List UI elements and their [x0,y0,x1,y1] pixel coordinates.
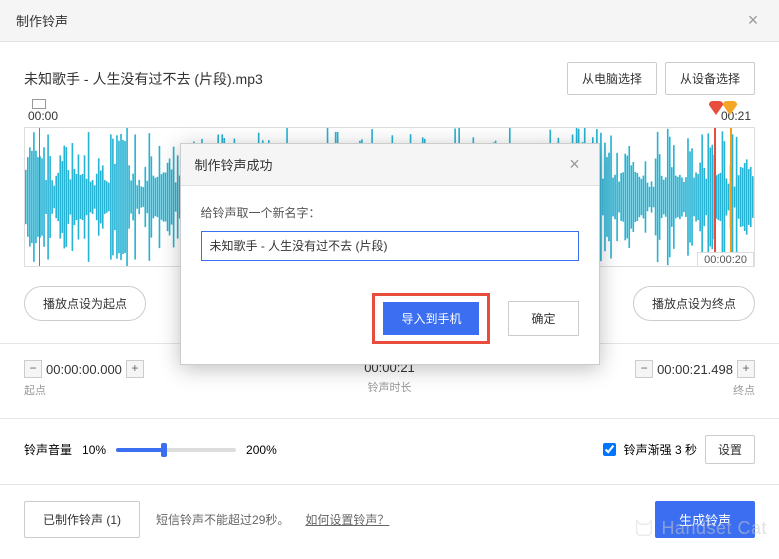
set-end-button[interactable]: 播放点设为终点 [633,286,755,321]
end-increment-button[interactable]: + [737,360,755,378]
volume-max: 200% [246,443,277,457]
import-highlight: 导入到手机 [372,293,490,344]
slider-fill [116,448,164,452]
modal-close-icon[interactable]: × [565,154,585,175]
start-increment-button[interactable]: + [126,360,144,378]
end-yellow-line [730,128,732,266]
import-to-phone-button[interactable]: 导入到手机 [383,302,479,335]
playhead-line [39,128,40,266]
modal-title: 制作铃声成功 [195,155,273,174]
duration-label: 铃声时长 [364,379,415,395]
help-link[interactable]: 如何设置铃声？ [305,511,389,528]
confirm-button[interactable]: 确定 [508,301,578,336]
volume-slider[interactable] [116,448,236,452]
success-modal: 制作铃声成功 × 给铃声取一个新名字： 导入到手机 确定 [180,143,600,365]
end-time-value: 00:00:21.498 [657,362,733,377]
volume-min: 10% [82,443,106,457]
fade-in-label: 铃声渐强 3 秒 [624,441,697,458]
ringtone-name-input[interactable] [201,231,579,261]
fade-in-checkbox[interactable] [603,443,616,456]
fade-settings-button[interactable]: 设置 [705,435,755,464]
duration-badge: 00:00:20 [697,252,754,267]
waveform-time-start: 00:00 [28,109,58,123]
end-marker-yellow-icon[interactable] [723,101,737,115]
window-title: 制作铃声 [16,11,68,30]
close-icon[interactable]: × [743,10,763,31]
made-ringtones-button[interactable]: 已制作铃声 (1) [24,501,140,538]
end-time-label: 终点 [635,382,755,398]
select-from-computer-button[interactable]: 从电脑选择 [567,62,657,95]
slider-thumb[interactable] [161,443,167,457]
end-red-line [714,128,716,266]
start-time-label: 起点 [24,382,144,398]
volume-label: 铃声音量 [24,441,72,458]
end-marker-red-icon[interactable] [709,101,723,115]
end-decrement-button[interactable]: − [635,360,653,378]
start-time-value: 00:00:00.000 [46,362,122,377]
start-handle[interactable] [32,99,46,109]
modal-input-label: 给铃声取一个新名字： [201,204,579,221]
file-name: 未知歌手 - 人生没有过不去 (片段).mp3 [24,69,263,89]
set-start-button[interactable]: 播放点设为起点 [24,286,146,321]
start-decrement-button[interactable]: − [24,360,42,378]
select-from-device-button[interactable]: 从设备选择 [665,62,755,95]
generate-ringtone-button[interactable]: 生成铃声 [655,501,755,538]
sms-hint: 短信铃声不能超过29秒。 [156,511,289,528]
